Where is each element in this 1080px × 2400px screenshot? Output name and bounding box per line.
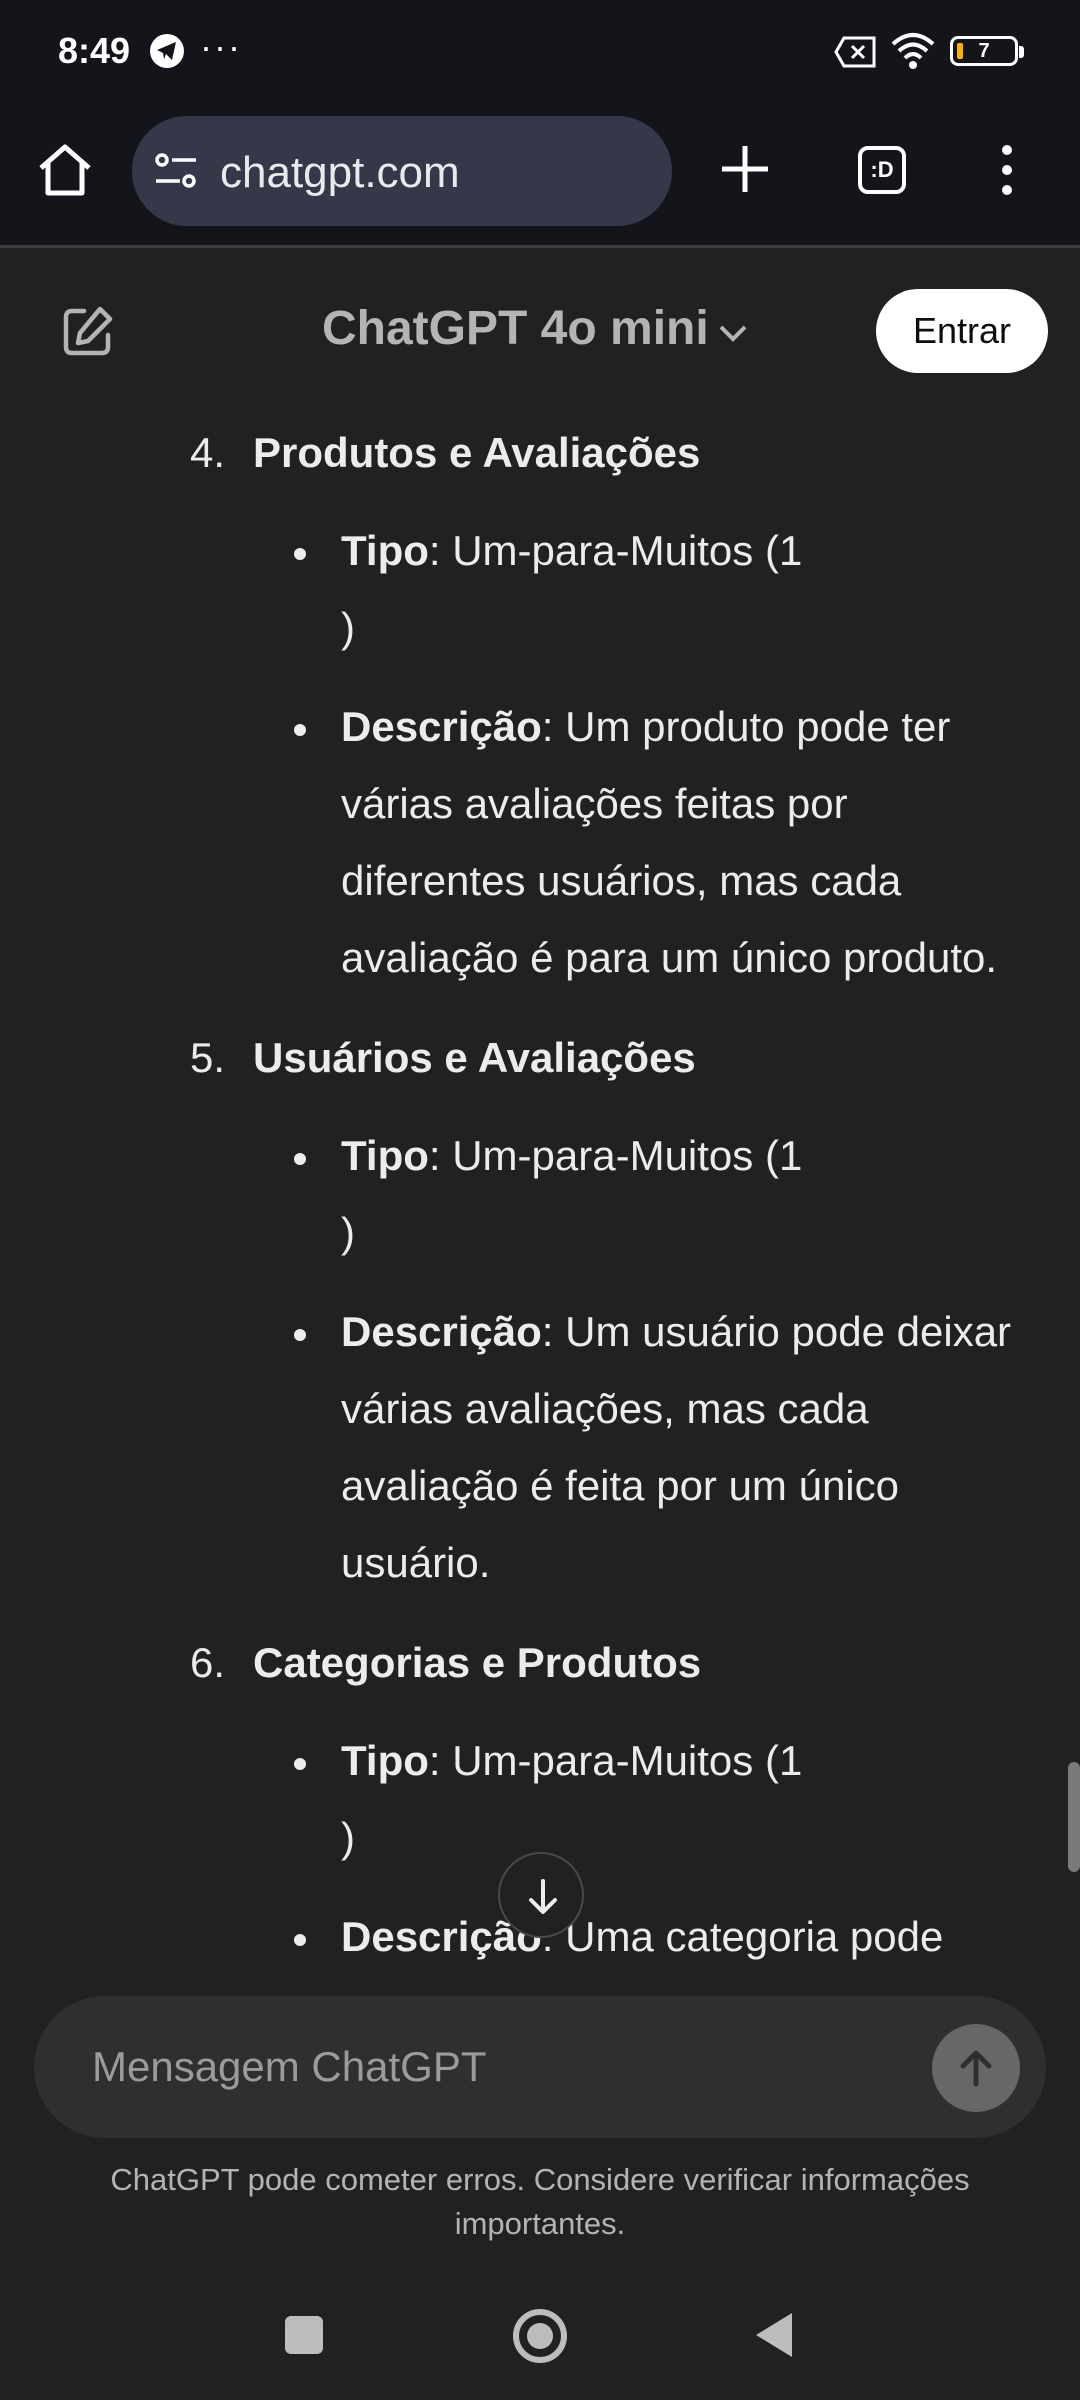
- battery-icon: 7: [950, 36, 1024, 66]
- bullet-line: Descrição: Um usuário pode deixar: [341, 1308, 1011, 1356]
- tabs-icon[interactable]: :D: [858, 146, 906, 194]
- bullet-line: usuário.: [341, 1539, 491, 1586]
- message-composer: [34, 1996, 1046, 2138]
- arrow-down-icon: [529, 1879, 557, 1914]
- disclaimer-text: ChatGPT pode cometer erros. Considere ve…: [60, 2158, 1020, 2246]
- bullet-line: Descrição: Uma categoria pode: [341, 1913, 943, 1961]
- bullet-dot: [294, 1153, 306, 1165]
- list-number: 4.: [190, 429, 226, 476]
- bullet-text: : Um-para-Muitos (1: [428, 527, 803, 574]
- bullet-line: várias avaliações feitas por: [341, 780, 848, 827]
- bullet-line: Tipo: Um-para-Muitos (1: [341, 1132, 802, 1180]
- chat-header: ChatGPT 4o mini Entrar: [0, 251, 1080, 411]
- bullet-line: diferentes usuários, mas cada: [341, 857, 902, 904]
- assistant-message: 4. Produtos e Avaliações Tipo: Um-para-M…: [0, 411, 1080, 1991]
- model-title[interactable]: ChatGPT 4o mini: [322, 301, 709, 356]
- address-bar[interactable]: chatgpt.com: [132, 116, 672, 226]
- battery-level: 7: [978, 40, 990, 62]
- scroll-to-bottom-button[interactable]: [498, 1852, 584, 1938]
- bullet-line: ): [341, 1814, 355, 1861]
- list-title: Usuários e Avaliações: [253, 1034, 696, 1081]
- bullet-line: várias avaliações, mas cada: [341, 1385, 869, 1432]
- message-input[interactable]: [92, 2032, 892, 2102]
- bullet-text: : Uma categoria pode: [541, 1913, 944, 1960]
- sim-disabled-icon: [834, 36, 878, 73]
- bullet-label: Descrição: [341, 703, 542, 750]
- url-text[interactable]: chatgpt.com: [220, 148, 460, 198]
- bullet-label: Tipo: [341, 1132, 429, 1179]
- login-button[interactable]: Entrar: [876, 289, 1048, 373]
- status-time: 8:49: [58, 30, 131, 71]
- list-title: Produtos e Avaliações: [253, 429, 701, 476]
- bullet-line: avaliação é feita por um único: [341, 1462, 899, 1509]
- bullet-text: : Um-para-Muitos (1: [428, 1132, 803, 1179]
- bullet-dot: [294, 1329, 306, 1341]
- new-tab-icon[interactable]: [718, 142, 772, 201]
- bullet-dot: [294, 1758, 306, 1770]
- more-notifications-icon: ···: [200, 26, 242, 67]
- home-icon[interactable]: [36, 142, 94, 203]
- arrow-up-icon: [960, 2050, 992, 2087]
- bullet-line: Descrição: Um produto pode ter: [341, 703, 950, 751]
- disclaimer-line: ChatGPT pode cometer erros. Considere ve…: [110, 2162, 970, 2197]
- menu-icon[interactable]: [1000, 144, 1014, 201]
- send-button[interactable]: [932, 2024, 1020, 2112]
- bullet-line: ): [341, 604, 355, 651]
- list-title: Categorias e Produtos: [253, 1639, 702, 1686]
- bullet-label: Tipo: [341, 527, 429, 574]
- bullet-text: : Um usuário pode deixar: [541, 1308, 1012, 1355]
- bullet-text: : Um produto pode ter: [541, 703, 951, 750]
- system-nav-bar: [0, 2268, 1080, 2400]
- home-button-icon[interactable]: [510, 2306, 570, 2371]
- bullet-line: Tipo: Um-para-Muitos (1: [341, 1737, 802, 1785]
- list-number: 5.: [190, 1034, 226, 1081]
- back-icon[interactable]: [752, 2310, 796, 2365]
- scrollbar-thumb[interactable]: [1068, 1762, 1080, 1872]
- browser-toolbar: chatgpt.com :D: [0, 104, 1080, 248]
- bullet-dot: [294, 1934, 306, 1946]
- telegram-icon: [150, 34, 184, 68]
- disclaimer-line: importantes.: [454, 2206, 626, 2241]
- bullet-line: ): [341, 1209, 355, 1256]
- bullet-label: Tipo: [341, 1737, 429, 1784]
- wifi-icon: [890, 30, 936, 75]
- bullet-dot: [294, 724, 306, 736]
- recents-icon[interactable]: [285, 2316, 323, 2354]
- bullet-line: Tipo: Um-para-Muitos (1: [341, 527, 802, 575]
- screen: 8:49 ··· 7 chatgpt.com :D ChatGPT 4o min…: [0, 0, 1080, 2400]
- status-bar: 8:49 ··· 7: [0, 0, 1080, 104]
- list-number: 6.: [190, 1639, 226, 1686]
- new-chat-icon[interactable]: [60, 303, 116, 364]
- chevron-down-icon[interactable]: [718, 323, 748, 348]
- bullet-line: avaliação é para um único produto.: [341, 934, 998, 981]
- site-settings-icon[interactable]: [154, 152, 198, 195]
- bullet-text: : Um-para-Muitos (1: [428, 1737, 803, 1784]
- bullet-label: Descrição: [341, 1308, 542, 1355]
- bullet-dot: [294, 548, 306, 560]
